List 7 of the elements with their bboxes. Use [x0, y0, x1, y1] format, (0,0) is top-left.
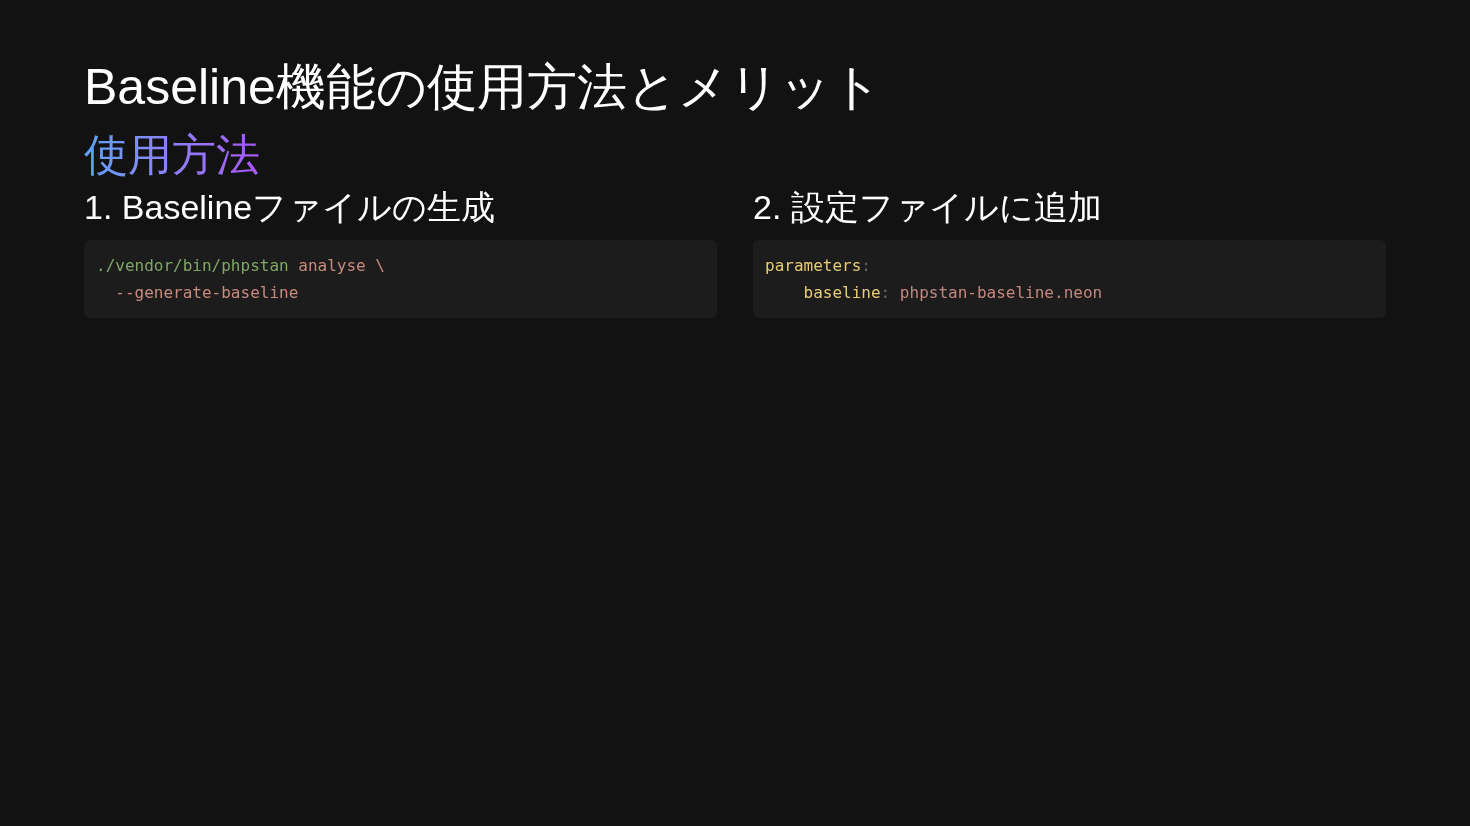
slide-title: Baseline機能の使用方法とメリット: [84, 58, 882, 117]
step-heading: 1. Baselineファイルの生成: [84, 186, 496, 228]
code-line: parameters:: [765, 255, 871, 277]
code-line: ./vendor/bin/phpstan analyse \: [96, 255, 385, 277]
code-line: --generate-baseline: [114, 282, 299, 304]
step-heading: 2. 設定ファイルに追加: [753, 186, 1102, 228]
code-line: baseline: phpstan-baseline.neon: [802, 282, 1103, 304]
